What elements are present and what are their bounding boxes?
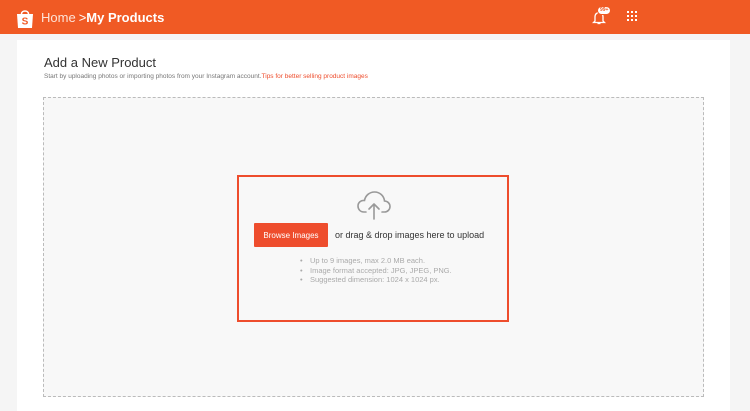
cloud-upload-icon xyxy=(357,191,391,220)
upload-rule-item: Up to 9 images, max 2.0 MB each. xyxy=(300,256,470,266)
svg-text:S: S xyxy=(22,17,29,28)
breadcrumb-current: My Products xyxy=(86,10,165,25)
drag-drop-instruction: or drag & drop images here to upload xyxy=(335,230,485,240)
tips-link[interactable]: Tips for better selling product images xyxy=(262,73,368,80)
notification-badge: 99+ xyxy=(597,6,612,15)
page-subtitle: Start by uploading photos or importing p… xyxy=(44,73,368,80)
subtitle-text: Start by uploading photos or importing p… xyxy=(44,73,262,80)
breadcrumb: Home >My Products xyxy=(41,10,164,25)
upload-rules-list: Up to 9 images, max 2.0 MB each. Image f… xyxy=(300,256,480,285)
upload-rule-item: Suggested dimension: 1024 x 1024 px. xyxy=(300,275,480,285)
shopee-bag-icon[interactable]: S xyxy=(16,8,34,29)
page-title: Add a New Product xyxy=(44,55,157,70)
grid-icon[interactable] xyxy=(627,11,637,21)
top-navigation-bar: S Home >My Products 99+ xyxy=(0,0,750,34)
breadcrumb-home-link[interactable]: Home xyxy=(41,10,76,25)
browse-images-button[interactable]: Browse Images xyxy=(254,223,328,247)
upload-rule-item: Image format accepted: JPG, JPEG, PNG. xyxy=(300,266,470,276)
